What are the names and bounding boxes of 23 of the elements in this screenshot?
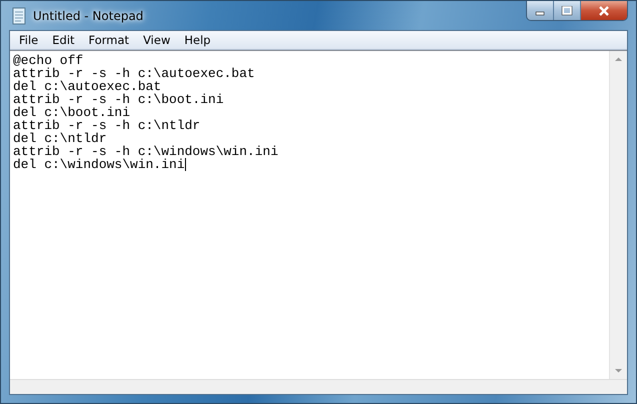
text-line: del c:\ntldr [13,132,107,145]
close-button[interactable] [581,1,627,20]
text-line: attrib -r -s -h c:\boot.ini [13,93,224,106]
text-line: del c:\autoexec.bat [13,80,162,93]
text-cursor [184,158,186,171]
minimize-button[interactable] [527,1,554,20]
maximize-icon [561,6,573,16]
maximize-button[interactable] [554,1,581,20]
vertical-scrollbar[interactable] [609,51,627,379]
menu-item[interactable]: Format [82,33,136,47]
menu-item[interactable]: File [12,33,46,47]
menu-item[interactable]: View [136,33,178,47]
text-line: attrib -r -s -h c:\ntldr [13,119,200,132]
text-line: attrib -r -s -h c:\autoexec.bat [13,67,255,80]
text-line: attrib -r -s -h c:\windows\win.ini [13,145,278,158]
menu-item[interactable]: Edit [45,33,82,47]
window-title: Untitled - Notepad [33,8,144,22]
notepad-icon [11,6,27,24]
text-line: del c:\boot.ini [13,106,130,119]
text-line: @echo off [13,54,84,67]
close-icon [597,4,611,16]
text-line: del c:\windows\win.ini [13,158,185,171]
menu-item[interactable]: Help [177,33,218,47]
